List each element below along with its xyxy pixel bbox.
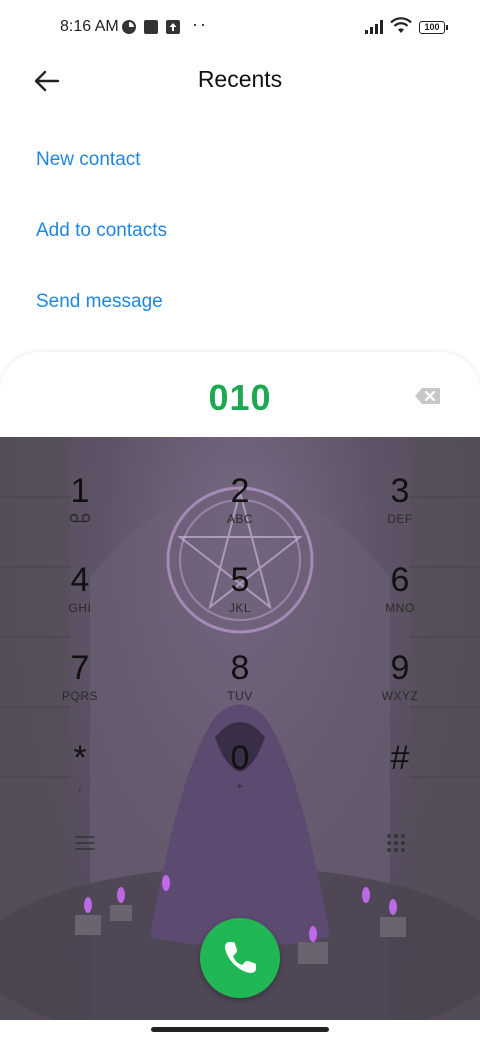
dialed-number: 010	[208, 377, 272, 418]
key-star-letters: ,	[78, 779, 82, 793]
key-4-letters: GHI	[68, 601, 92, 615]
key-0[interactable]: 0 +	[180, 730, 300, 814]
key-4-digit: 4	[70, 561, 90, 599]
key-5-digit: 5	[230, 561, 250, 599]
key-9-letters: WXYZ	[381, 689, 419, 703]
key-3[interactable]: 3 DEF	[340, 463, 460, 547]
key-9-digit: 9	[390, 649, 410, 687]
upload-icon	[166, 20, 180, 34]
key-star[interactable]: * ,	[20, 730, 140, 814]
key-star-digit: *	[73, 739, 87, 777]
key-2-digit: 2	[230, 472, 250, 510]
key-8[interactable]: 8 TUV	[180, 640, 300, 724]
add-to-contacts-link[interactable]: Add to contacts	[36, 220, 167, 242]
key-1-digit: 1	[70, 472, 90, 510]
wifi-icon	[390, 17, 412, 33]
key-2[interactable]: 2 ABC	[180, 463, 300, 547]
key-7[interactable]: 7 PQRS	[20, 640, 140, 724]
key-9[interactable]: 9 WXYZ	[340, 640, 460, 724]
status-bar: 8:16 AM ·· 100	[0, 0, 480, 56]
dialpad-toggle-icon[interactable]	[385, 832, 407, 854]
key-3-digit: 3	[390, 472, 410, 510]
key-2-letters: ABC	[226, 512, 254, 526]
app-icon	[122, 20, 136, 34]
key-hash-digit: #	[390, 739, 410, 777]
key-5[interactable]: 5 JKL	[180, 552, 300, 636]
key-8-letters: TUV	[227, 689, 253, 703]
key-0-digit: 0	[230, 739, 250, 777]
key-6[interactable]: 6 MNO	[340, 552, 460, 636]
key-6-letters: MNO	[385, 601, 415, 615]
home-indicator[interactable]	[151, 1027, 329, 1032]
square-icon	[144, 20, 158, 34]
send-message-link[interactable]: Send message	[36, 291, 163, 313]
key-7-letters: PQRS	[61, 689, 98, 703]
new-contact-link[interactable]: New contact	[36, 149, 141, 171]
call-button[interactable]	[200, 918, 280, 998]
key-7-digit: 7	[70, 649, 90, 687]
key-hash[interactable]: #	[340, 730, 460, 814]
signal-icon	[365, 20, 383, 34]
backspace-icon[interactable]	[414, 386, 442, 406]
status-dots: ··	[192, 14, 208, 34]
battery-icon: 100	[419, 21, 448, 34]
key-1[interactable]: 1	[20, 463, 140, 547]
key-0-letters: +	[236, 779, 244, 793]
key-6-digit: 6	[390, 561, 410, 599]
key-8-digit: 8	[230, 649, 250, 687]
key-3-letters: DEF	[387, 512, 413, 526]
status-time: 8:16 AM	[60, 18, 119, 35]
key-4[interactable]: 4 GHI	[20, 552, 140, 636]
phone-icon	[225, 942, 256, 973]
menu-icon[interactable]	[74, 832, 96, 854]
voicemail-icon	[69, 513, 91, 523]
key-5-letters: JKL	[228, 601, 252, 615]
page-title: Recents	[197, 66, 283, 92]
